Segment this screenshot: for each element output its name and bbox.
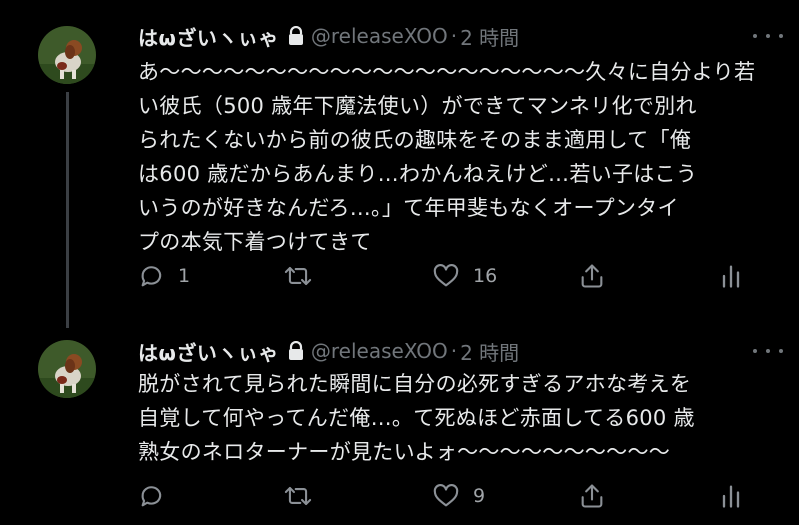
retweet-button[interactable] [283,260,325,292]
reply-icon [138,482,166,510]
lock-icon [287,26,305,46]
tweet[interactable]: はωざいヽぃゃ @releaseXOO · 2 時間 脱がされて見られた瞬間に自… [0,320,799,525]
retweet-button[interactable] [283,480,325,512]
more-icon[interactable] [753,341,783,361]
reply-button[interactable]: 1 [138,260,190,292]
lock-icon [287,341,305,361]
like-icon [431,482,461,510]
analytics-icon [720,262,742,290]
reply-count: 1 [178,265,191,287]
handle[interactable]: @releaseXOO [311,24,448,48]
retweet-icon [283,482,313,510]
like-count: 16 [473,265,498,287]
more-icon[interactable] [753,26,783,46]
action-bar: 9 [138,480,748,512]
separator: · [450,339,458,363]
retweet-icon [283,262,313,290]
analytics-button[interactable] [720,260,742,292]
timestamp[interactable]: 2 時間 [460,22,519,51]
display-name[interactable]: はωざいヽぃゃ [138,337,279,366]
action-bar: 1 16 [138,260,748,292]
handle[interactable]: @releaseXOO [311,339,448,363]
like-button[interactable]: 9 [431,480,485,512]
like-button[interactable]: 16 [431,260,497,292]
display-name[interactable]: はωざいヽぃゃ [138,22,279,51]
avatar[interactable] [38,340,96,398]
timestamp[interactable]: 2 時間 [460,337,519,366]
avatar[interactable] [38,26,96,84]
analytics-icon [720,482,742,510]
reply-icon [138,262,166,290]
tweet-text: 脱がされて見られた瞬間に自分の必死すぎるアホな考えを 自覚して何やってんだ俺…。… [138,372,695,464]
share-button[interactable] [578,260,606,292]
share-icon [578,262,606,290]
thread-connector [66,92,69,328]
tweet-header: はωざいヽぃゃ @releaseXOO · 2 時間 [138,22,519,50]
share-button[interactable] [578,480,606,512]
share-icon [578,482,606,510]
tweet[interactable]: はωざいヽぃゃ @releaseXOO · 2 時間 あ〜〜〜〜〜〜〜〜〜〜〜〜… [0,0,799,328]
like-count: 9 [473,485,486,507]
analytics-button[interactable] [720,480,742,512]
like-icon [431,262,461,290]
tweet-header: はωざいヽぃゃ @releaseXOO · 2 時間 [138,337,519,365]
tweet-text: あ〜〜〜〜〜〜〜〜〜〜〜〜〜〜〜〜〜〜〜〜久々に自分より若 い彼氏（500 歳年… [138,60,756,254]
reply-button[interactable] [138,480,178,512]
separator: · [450,24,458,48]
